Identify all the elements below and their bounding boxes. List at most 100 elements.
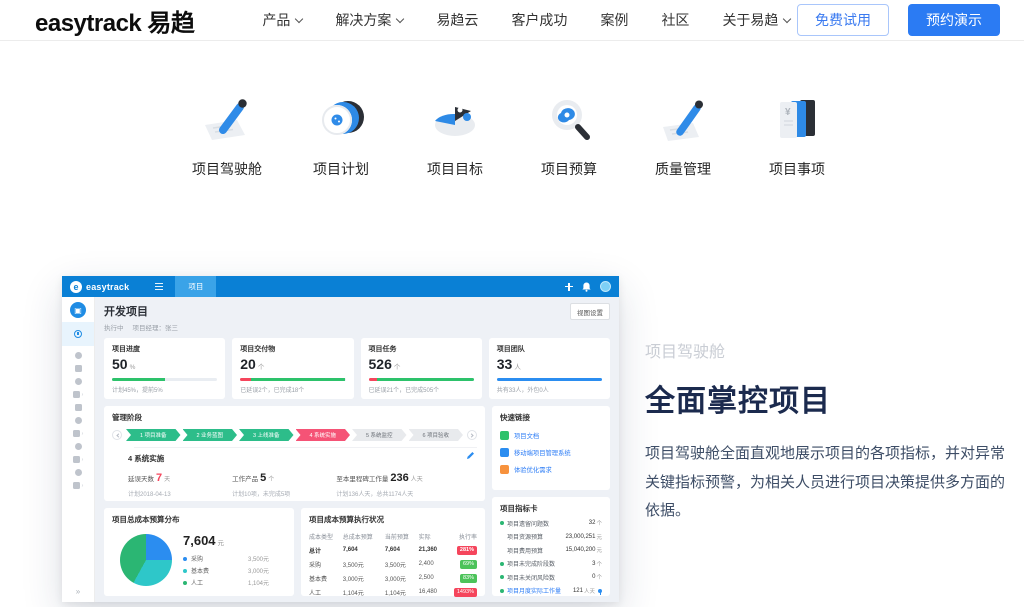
sidebar-icon[interactable]	[75, 378, 82, 385]
phase-step[interactable]: 3 上线准备	[239, 429, 294, 441]
nav-item-community[interactable]: 社区	[661, 10, 689, 30]
book-demo-button[interactable]: 预约演示	[908, 4, 1000, 36]
stepper-prev-icon[interactable]	[112, 430, 122, 440]
brand-logo[interactable]: easytrack 易趋	[35, 3, 194, 38]
sidebar-collapse-icon[interactable]: »	[76, 587, 80, 596]
chevron-down-icon	[396, 14, 404, 22]
sidebar-icon[interactable]: ›	[73, 430, 84, 437]
view-settings-button[interactable]: 视图设置	[570, 303, 610, 320]
feature-project-plan[interactable]: 项目计划	[296, 91, 386, 179]
section-eyebrow: 项目驾驶舱	[645, 338, 1013, 362]
dashboard-top-bar: e easytrack 项目	[62, 276, 619, 297]
tab-project[interactable]: 项目	[175, 276, 216, 297]
phase-detail-title: 4 系统实施	[128, 453, 477, 464]
cost-budget-table-card: 项目成本预算执行状况 成本类型 总成本预算 当前预算 实际 执行率	[301, 508, 485, 596]
mobile-icon	[500, 448, 509, 457]
requirement-icon	[500, 465, 509, 474]
sidebar-icon[interactable]	[75, 443, 82, 450]
sidebar-icon[interactable]	[75, 469, 82, 476]
metric-card-progress[interactable]: 项目进度 50% 计划45%，提前5%	[104, 338, 225, 399]
nav-item-solutions[interactable]: 解决方案	[335, 10, 403, 30]
nav-item-cases[interactable]: 案例	[600, 10, 628, 30]
quick-link-docs[interactable]: 项目文档	[500, 431, 602, 440]
svg-text:¥: ¥	[785, 107, 791, 118]
progress-bar	[369, 378, 474, 381]
feature-project-goal[interactable]: 项目目标	[410, 91, 500, 179]
disc-icon	[313, 91, 369, 147]
progress-bar	[240, 378, 345, 381]
clock-icon	[74, 330, 82, 338]
hamburger-menu-icon[interactable]	[155, 283, 163, 290]
metric-card-team[interactable]: 项目团队 33人 共有33人，外包0人	[489, 338, 610, 399]
phase-stepper: 1 项目准备 2 业务蓝图 3 上线准备 4 系统实施 5 系统监控 6 项目验…	[112, 429, 477, 441]
management-phase-card: 管理阶段 1 项目准备 2 业务蓝图 3 上线准备 4 系统实施 5 系统监控 …	[104, 406, 485, 501]
phase-step[interactable]: 1 项目准备	[126, 429, 181, 441]
phase-metric-workproducts: 工作产品5个 计划10项，未完成5项	[232, 468, 336, 498]
rate-badge: 83%	[460, 574, 477, 583]
feature-row: 项目驾驶舱 项目计划 项目目标 项目预算 质量管理	[0, 91, 1024, 179]
pie-legend: 采购3,500元 基本费3,000元 人工1,104元	[183, 554, 269, 587]
bell-icon[interactable]	[582, 282, 591, 292]
cost-distribution-card: 项目总成本预算分布 7,604元 采购3,500元 基本费3,000元 人工	[104, 508, 294, 596]
phase-step[interactable]: 5 系统监控	[352, 429, 407, 441]
pin-icon	[598, 589, 602, 593]
quick-link-mobile[interactable]: 移动端项目管理系统	[500, 448, 602, 457]
feature-project-items[interactable]: ¥ 项目事项	[752, 91, 842, 179]
sidebar-icon[interactable]: ›	[73, 456, 84, 463]
project-title: 开发项目	[104, 303, 178, 319]
indicator-row: 项目费用预算15,040,200元	[500, 546, 602, 555]
phase-step[interactable]: 6 项目验收	[409, 429, 464, 441]
table-row: 人工1,104元1,104元16,4801493%	[309, 585, 477, 599]
avatar[interactable]	[600, 281, 611, 292]
metric-card-deliverables[interactable]: 项目交付物 20个 已延误2个，已完成18个	[232, 338, 353, 399]
sidebar-icon[interactable]	[75, 417, 82, 424]
section-title: 全面掌控项目	[645, 376, 1013, 420]
sidebar-icon[interactable]: ›	[73, 482, 84, 489]
indicator-row: 项目未关闭风险数0个	[500, 573, 602, 582]
indicator-row[interactable]: 项目月度实际工作量121人天	[500, 586, 602, 595]
phase-metric-delay: 延误天数7天 计划2018-04-13	[128, 468, 232, 498]
nav-item-about[interactable]: 关于易趋	[722, 10, 790, 30]
nav-item-customer-success[interactable]: 客户成功	[511, 10, 567, 30]
metric-cards: 项目进度 50% 计划45%，提前5% 项目交付物 20个 已延误2个，已完成1…	[104, 338, 610, 399]
pen-paper-icon	[199, 91, 255, 147]
chevron-down-icon	[295, 14, 303, 22]
main-menu: 产品 解决方案 易趋云 客户成功 案例 社区 关于易趋	[262, 10, 790, 30]
nav-buttons: 免费试用 预约演示	[797, 4, 1000, 36]
sidebar-icon[interactable]	[75, 352, 82, 359]
chevron-down-icon	[783, 14, 791, 22]
books-icon: ¥	[769, 91, 825, 147]
phase-step[interactable]: 4 系统实施	[296, 429, 351, 441]
magnifier-icon	[541, 91, 597, 147]
doc-icon	[500, 431, 509, 440]
metric-card-tasks[interactable]: 项目任务 526个 已延误21个，已完成505个	[361, 338, 482, 399]
table-row: 采购3,500元3,500元2,40069%	[309, 557, 477, 571]
phase-metric-effort: 至本里程碑工作量236人天 计划136人天，总共1174人天	[336, 468, 477, 498]
feature-quality-management[interactable]: 质量管理	[638, 91, 728, 179]
sidebar-icon[interactable]	[75, 404, 82, 411]
cost-pie-chart[interactable]	[120, 534, 172, 586]
dashboard-brand: easytrack	[86, 282, 129, 292]
app-switcher-icon[interactable]: ▣	[70, 302, 86, 318]
sidebar-item-active[interactable]	[62, 322, 94, 346]
rate-badge: 1493%	[454, 588, 477, 597]
dashboard-sidebar: ▣ › › › › »	[62, 297, 95, 602]
product-screenshot-dashboard: e easytrack 项目 ▣ › ›	[62, 276, 619, 602]
nav-item-cloud[interactable]: 易趋云	[436, 10, 478, 30]
feature-project-budget[interactable]: 项目预算	[524, 91, 614, 179]
sidebar-icon[interactable]: ›	[73, 391, 84, 398]
quick-link-ux[interactable]: 体验优化需求	[500, 465, 602, 474]
top-navigation: easytrack 易趋 产品 解决方案 易趋云 客户成功 案例 社区 关于易趋…	[0, 0, 1024, 41]
edit-pencil-icon[interactable]	[466, 451, 475, 460]
indicator-row: 项目资源预算23,000,251元	[500, 532, 602, 541]
plus-icon[interactable]	[565, 283, 573, 291]
progress-bar	[497, 378, 602, 381]
stepper-next-icon[interactable]	[467, 430, 477, 440]
nav-item-products[interactable]: 产品	[262, 10, 302, 30]
free-trial-button[interactable]: 免费试用	[797, 4, 889, 36]
sidebar-icon[interactable]	[75, 365, 82, 372]
indicator-row: 项目未完成阶段数3个	[500, 559, 602, 568]
feature-project-cockpit[interactable]: 项目驾驶舱	[182, 91, 272, 179]
rate-badge: 69%	[460, 560, 477, 569]
phase-step[interactable]: 2 业务蓝图	[183, 429, 238, 441]
